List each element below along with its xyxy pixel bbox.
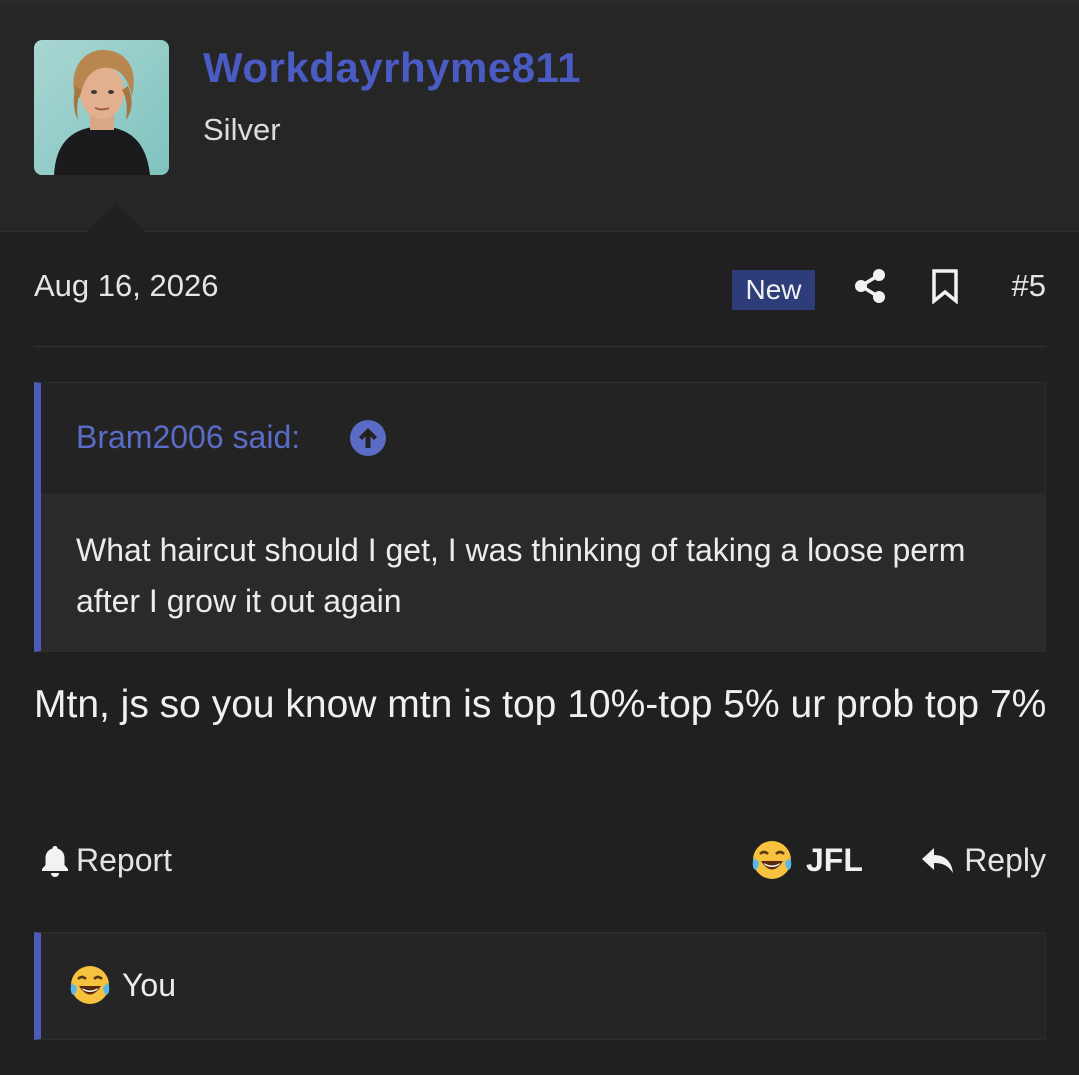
reactions-summary-text: You: [122, 966, 176, 1003]
post-message: Mtn, js so you know mtn is top 10%-top 5…: [34, 683, 1047, 726]
post-number-link[interactable]: #5: [1012, 268, 1046, 304]
arrow-up-circle-icon[interactable]: [350, 420, 386, 456]
quote-block: Bram2006 said: What haircut should I get…: [34, 382, 1046, 652]
quote-author-link[interactable]: Bram2006 said:: [76, 419, 300, 456]
reply-arrow-icon: [922, 847, 954, 873]
avatar-image: [34, 40, 169, 175]
bell-icon: [42, 845, 68, 877]
reaction-button[interactable]: JFL: [750, 838, 863, 882]
quote-text: What haircut should I get, I was thinkin…: [76, 532, 966, 619]
post-meta-row: Aug 16, 2026 New #5: [34, 268, 1046, 312]
user-avatar[interactable]: [34, 40, 169, 175]
post-date-link[interactable]: Aug 16, 2026: [34, 268, 218, 304]
laughing-tears-emoji-icon: [752, 841, 792, 879]
new-badge: New: [732, 270, 815, 310]
report-button[interactable]: Report: [40, 842, 172, 879]
report-label: Report: [76, 842, 173, 878]
reply-button[interactable]: Reply: [920, 842, 1046, 879]
laughing-tears-emoji-icon: [70, 966, 110, 1004]
meta-divider: [34, 346, 1046, 347]
quote-body: What haircut should I get, I was thinkin…: [41, 493, 1045, 651]
bookmark-icon[interactable]: [930, 268, 960, 304]
quote-header: Bram2006 said:: [41, 383, 1045, 493]
reactions-summary-content: You: [68, 963, 176, 1007]
share-icon[interactable]: [852, 268, 888, 304]
post-actions: Report JFL Reply: [34, 838, 1046, 888]
post-user-header: Workdayrhyme811 Silver: [0, 4, 1079, 232]
reply-label: Reply: [964, 842, 1046, 878]
username-link[interactable]: Workdayrhyme811: [203, 44, 581, 92]
forum-post: Workdayrhyme811 Silver Aug 16, 2026 New …: [0, 0, 1079, 1075]
reactions-summary[interactable]: You: [34, 932, 1046, 1040]
reaction-label: JFL: [806, 841, 863, 878]
header-pointer: [86, 203, 146, 232]
user-rank-title: Silver: [203, 112, 281, 147]
